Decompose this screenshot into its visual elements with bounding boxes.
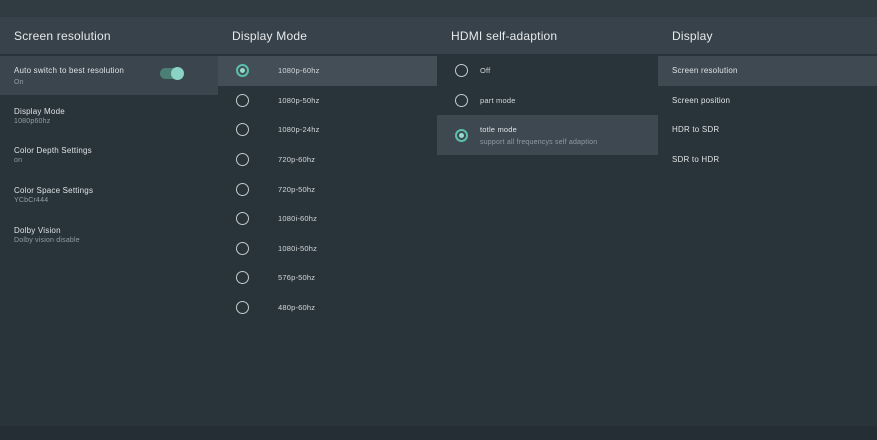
setting-item-auto-switch[interactable]: Auto switch to best resolution On xyxy=(0,56,218,95)
menu-item-label: HDR to SDR xyxy=(672,125,719,134)
setting-label: Dolby Vision xyxy=(14,226,61,235)
option-label: 1080i-50hz xyxy=(278,244,317,253)
option-720p-60hz[interactable]: 720p-60hz xyxy=(218,145,437,175)
setting-label: Auto switch to best resolution xyxy=(14,66,124,75)
option-label: Off xyxy=(480,66,490,75)
option-1080p-60hz[interactable]: 1080p-60hz xyxy=(218,56,437,86)
radio-icon xyxy=(236,94,249,107)
setting-value: Dolby vision disable xyxy=(14,237,80,244)
toggle-knob-icon xyxy=(171,67,184,80)
panel-hdmi-self-adaption: HDMI self-adaption Off part mode totle m… xyxy=(437,0,658,440)
menu-item-hdr-to-sdr[interactable]: HDR to SDR xyxy=(658,115,877,145)
panel-title-screen-resolution: Screen resolution xyxy=(0,17,218,54)
panel-title-hdmi-self-adaption: HDMI self-adaption xyxy=(437,17,658,54)
option-1080i-50hz[interactable]: 1080i-50hz xyxy=(218,234,437,264)
option-480p-60hz[interactable]: 480p-60hz xyxy=(218,293,437,323)
setting-value: 1080p60hz xyxy=(14,118,50,125)
setting-value: On xyxy=(14,79,24,86)
option-label: 1080i-60hz xyxy=(278,214,317,223)
menu-item-sdr-to-hdr[interactable]: SDR to HDR xyxy=(658,145,877,175)
radio-icon xyxy=(455,64,468,77)
option-label: 720p-50hz xyxy=(278,185,315,194)
radio-icon xyxy=(236,153,249,166)
radio-selected-icon xyxy=(236,64,249,77)
menu-item-label: Screen resolution xyxy=(672,66,738,75)
radio-icon xyxy=(236,123,249,136)
auto-switch-toggle[interactable] xyxy=(160,68,183,79)
radio-icon xyxy=(236,301,249,314)
menu-item-screen-position[interactable]: Screen position xyxy=(658,86,877,116)
option-1080p-24hz[interactable]: 1080p-24hz xyxy=(218,115,437,145)
option-576p-50hz[interactable]: 576p-50hz xyxy=(218,263,437,293)
option-label: 720p-60hz xyxy=(278,155,315,164)
panel-title-display-mode: Display Mode xyxy=(218,17,437,54)
tv-settings-screen: Screen resolution Auto switch to best re… xyxy=(0,0,877,440)
option-description: support all frequencys self adaption xyxy=(480,139,597,146)
option-label: 1080p-24hz xyxy=(278,125,320,134)
setting-value: on xyxy=(14,157,22,164)
option-label: 480p-60hz xyxy=(278,303,315,312)
menu-item-label: Screen position xyxy=(672,96,730,105)
option-label: part mode xyxy=(480,96,516,105)
setting-item-display-mode[interactable]: Display Mode 1080p60hz xyxy=(0,96,218,136)
option-part-mode[interactable]: part mode xyxy=(437,86,658,116)
option-totle-mode[interactable]: totle mode support all frequencys self a… xyxy=(437,115,658,155)
setting-label: Color Space Settings xyxy=(14,186,93,195)
radio-icon xyxy=(236,242,249,255)
radio-icon xyxy=(236,183,249,196)
setting-label: Display Mode xyxy=(14,107,65,116)
panel-title-display: Display xyxy=(658,17,877,54)
setting-item-color-depth[interactable]: Color Depth Settings on xyxy=(0,135,218,175)
option-label: 1080p-50hz xyxy=(278,96,320,105)
radio-icon xyxy=(236,271,249,284)
option-label: totle mode xyxy=(480,125,597,134)
option-label: 1080p-60hz xyxy=(278,66,320,75)
option-off[interactable]: Off xyxy=(437,56,658,86)
setting-label: Color Depth Settings xyxy=(14,146,92,155)
option-1080i-60hz[interactable]: 1080i-60hz xyxy=(218,204,437,234)
setting-value: YCbCr444 xyxy=(14,197,48,204)
panel-screen-resolution: Screen resolution Auto switch to best re… xyxy=(0,0,218,440)
option-720p-50hz[interactable]: 720p-50hz xyxy=(218,174,437,204)
option-label: 576p-50hz xyxy=(278,273,315,282)
menu-item-label: SDR to HDR xyxy=(672,155,719,164)
radio-selected-icon xyxy=(455,129,468,142)
option-1080p-50hz[interactable]: 1080p-50hz xyxy=(218,86,437,116)
panel-display: Display Screen resolution Screen positio… xyxy=(658,0,877,440)
radio-icon xyxy=(236,212,249,225)
radio-icon xyxy=(455,94,468,107)
setting-item-dolby-vision[interactable]: Dolby Vision Dolby vision disable xyxy=(0,215,218,255)
setting-item-color-space[interactable]: Color Space Settings YCbCr444 xyxy=(0,175,218,215)
menu-item-screen-resolution[interactable]: Screen resolution xyxy=(658,56,877,86)
panel-display-mode: Display Mode 1080p-60hz 1080p-50hz 1080p… xyxy=(218,0,437,440)
